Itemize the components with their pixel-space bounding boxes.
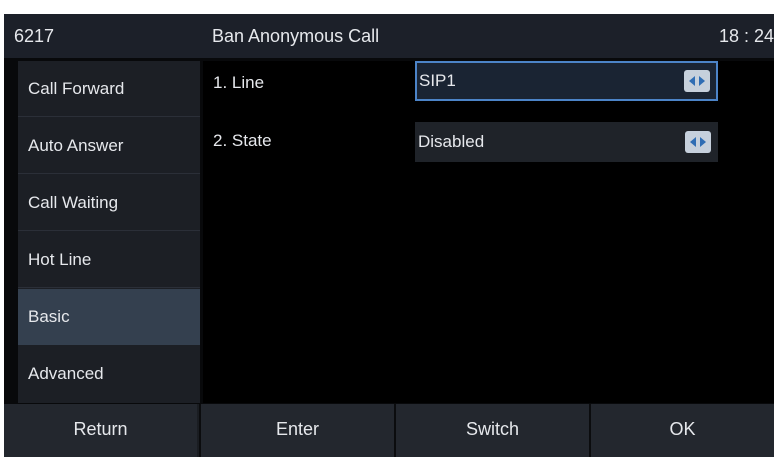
sidebar-item-label: Auto Answer xyxy=(28,136,124,155)
extension-number: 6217 xyxy=(14,26,55,46)
sidebar-item-call-waiting[interactable]: Call Waiting xyxy=(18,175,200,231)
line-selector[interactable]: SIP1 xyxy=(415,61,718,101)
softkey-bar: Return Enter Switch OK xyxy=(4,404,774,457)
title-bar: 6217 Ban Anonymous Call 18 : 24 xyxy=(4,14,774,58)
sidebar-item-label: Advanced xyxy=(28,364,104,383)
sidebar-item-advanced[interactable]: Advanced xyxy=(18,346,200,402)
state-value: Disabled xyxy=(418,132,485,151)
sidebar-menu: Call Forward Auto Answer Call Waiting Ho… xyxy=(18,61,200,403)
sidebar-item-label: Basic xyxy=(28,307,70,326)
switch-softkey[interactable]: Switch xyxy=(396,404,589,457)
line-value: SIP1 xyxy=(419,71,456,90)
sidebar-item-basic[interactable]: Basic xyxy=(18,289,200,345)
enter-softkey[interactable]: Enter xyxy=(201,404,394,457)
clock: 18 : 24 xyxy=(718,26,774,46)
sidebar-item-label: Call Waiting xyxy=(28,193,119,212)
return-softkey[interactable]: Return xyxy=(4,404,197,457)
state-label: 2. State xyxy=(213,131,272,150)
sidebar-item-auto-answer[interactable]: Auto Answer xyxy=(18,118,200,174)
settings-panel: 1. Line SIP1 2. State Disabled xyxy=(203,61,774,403)
sidebar-item-label: Hot Line xyxy=(28,250,92,269)
sidebar-item-label: Call Forward xyxy=(28,79,125,98)
state-selector[interactable]: Disabled xyxy=(415,122,718,162)
page-title: Ban Anonymous Call xyxy=(212,26,380,46)
phone-screen: 6217 Ban Anonymous Call 18 : 24 Call For… xyxy=(4,14,774,457)
line-label: 1. Line xyxy=(213,73,265,92)
ok-softkey[interactable]: OK xyxy=(591,404,774,457)
left-right-arrows-icon[interactable] xyxy=(685,131,711,153)
sidebar-item-hot-line[interactable]: Hot Line xyxy=(18,232,200,288)
sidebar-item-call-forward[interactable]: Call Forward xyxy=(18,61,200,117)
left-right-arrows-icon[interactable] xyxy=(684,70,710,92)
